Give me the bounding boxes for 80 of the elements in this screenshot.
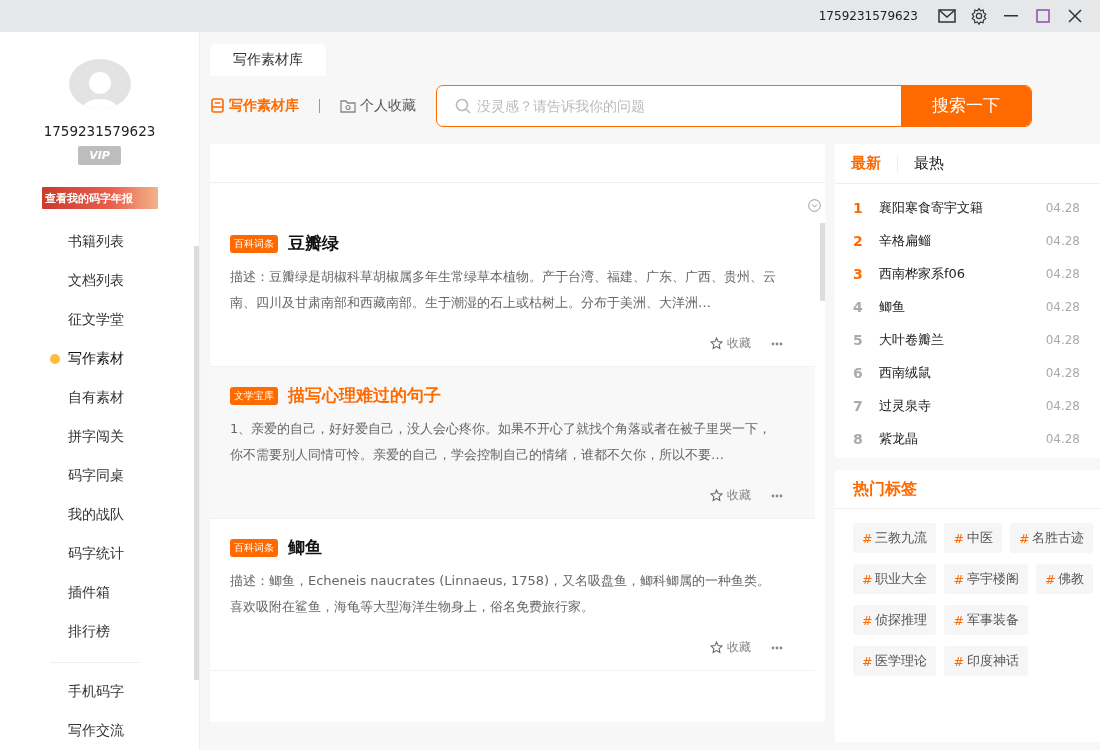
- topic-tag[interactable]: # 亭宇楼阁: [944, 564, 1028, 594]
- article-description: 描述：豆瓣绿是胡椒科草胡椒属多年生常绿草本植物。产于台湾、福建、广东、广西、贵州、云南、四川及甘肃南部和西藏南部。生于潮湿的石上或枯树上。分布于美洲、大洋洲…: [230, 268, 777, 312]
- nav-item[interactable]: 手机码字: [50, 672, 146, 711]
- topic-tag[interactable]: # 印度神话: [944, 646, 1028, 676]
- nav-item[interactable]: 征文学堂: [50, 300, 146, 339]
- favorite-button[interactable]: 收藏: [710, 639, 751, 656]
- topic-tag[interactable]: # 三教九流: [853, 523, 937, 553]
- favorite-button[interactable]: 收藏: [710, 335, 751, 352]
- ranking-date: 04.28: [1045, 233, 1080, 248]
- star-icon: [710, 641, 723, 654]
- ranking-date: 04.28: [1045, 332, 1080, 347]
- nav-item[interactable]: 自有素材: [50, 378, 146, 417]
- nav-item[interactable]: 写作交流: [50, 711, 146, 750]
- ranking-title[interactable]: 西南绒鼠: [879, 363, 1046, 382]
- category-tag: 百科词条: [230, 539, 278, 557]
- scrollbar[interactable]: [820, 223, 825, 301]
- topic-tag[interactable]: # 名胜古迹: [1009, 523, 1094, 553]
- rank-number: 3: [853, 265, 864, 282]
- document-icon: [210, 98, 225, 113]
- ranking-date: 04.28: [1045, 365, 1080, 380]
- chevron-down-icon[interactable]: [808, 199, 821, 212]
- sub-tab[interactable]: 个人收藏: [340, 96, 416, 115]
- favorite-button[interactable]: 收藏: [710, 487, 751, 504]
- star-icon: [710, 489, 723, 502]
- nav-item[interactable]: 排行榜: [50, 612, 146, 651]
- rank-number: 5: [853, 331, 864, 348]
- ranking-title[interactable]: 大叶卷瓣兰: [879, 330, 1046, 349]
- ranking-date: 04.28: [1045, 431, 1080, 446]
- ranking-title[interactable]: 辛格扁鲻: [879, 231, 1046, 250]
- vip-badge: VIP: [78, 146, 121, 166]
- ranking-date: 04.28: [1045, 299, 1080, 314]
- ranking-date: 04.28: [1045, 266, 1080, 281]
- ranking-title[interactable]: 紫龙晶: [879, 429, 1046, 448]
- topic-tag[interactable]: # 职业大全: [853, 564, 937, 594]
- ranking-title[interactable]: 鲫鱼: [879, 297, 1046, 316]
- star-icon: [710, 337, 723, 350]
- topic-tag[interactable]: # 军事装备: [944, 605, 1028, 635]
- more-icon[interactable]: [771, 493, 783, 498]
- annual-report-banner[interactable]: 查看我的码字年报: [41, 187, 158, 209]
- rank-number: 1: [853, 199, 864, 216]
- rank-number: 4: [853, 298, 864, 315]
- topic-tag[interactable]: # 中医: [944, 523, 1002, 553]
- article-description: 1、亲爱的自己，好好爱自己，没人会心疼你。如果不开心了就找个角落或者在被子里哭一下，你不需要别人同情可怜。亲爱的自己，学会控制自己的情绪，谁都不欠你，所以不要…: [230, 420, 773, 464]
- nav-item[interactable]: 文档列表: [50, 261, 146, 300]
- article-title[interactable]: 鲫鱼: [288, 537, 322, 559]
- rank-number: 8: [853, 430, 864, 447]
- nav-item[interactable]: 我的战队: [50, 495, 146, 534]
- nav-item[interactable]: 书籍列表: [50, 222, 146, 261]
- rank-number: 6: [853, 364, 864, 381]
- nav-item[interactable]: 码字统计: [50, 534, 146, 573]
- rank-number: 2: [853, 232, 864, 249]
- article-title[interactable]: 豆瓣绿: [288, 233, 339, 255]
- ranking-tab[interactable]: 最热: [914, 154, 944, 173]
- active-dot: [50, 354, 60, 364]
- ranking-title[interactable]: 西南桦家系f06: [879, 264, 1046, 283]
- user-name: 1759231579623: [43, 123, 156, 140]
- ranking-date: 04.28: [1045, 200, 1080, 215]
- topic-tag[interactable]: # 医学理论: [853, 646, 937, 676]
- account-name: 1759231579623: [818, 9, 918, 23]
- nav-item[interactable]: 插件箱: [50, 573, 146, 612]
- article-description: 描述：鲫鱼，Echeneis naucrates (Linnaeus, 1758)，又名吸盘鱼，鲫科鲫属的一种鱼类。喜欢吸附在鲨鱼，海龟等大型海洋生物身上，俗名免费旅行家。: [230, 572, 772, 616]
- ranking-title[interactable]: 过灵泉寺: [879, 396, 1046, 415]
- article-card[interactable]: 文学宝库 描写心理难过的句子 1、亲爱的自己，好好爱自己，没人会心疼你。如果不开心了就找个角落或者在被子里哭一下，你不需要别人同情可怜。亲爱的自己，学会控制自己的情绪，谁都不欠你，所以不要… 收藏: [210, 367, 815, 519]
- rank-number: 7: [853, 397, 864, 414]
- nav-item[interactable]: 拼字闯关: [50, 417, 146, 456]
- category-tag: 文学宝库: [230, 387, 278, 405]
- topic-tag[interactable]: # 佛教: [1035, 564, 1094, 594]
- ranking-date: 04.28: [1045, 398, 1080, 413]
- scrollbar[interactable]: [194, 246, 199, 680]
- folder-icon: [340, 98, 356, 113]
- category-tag: 百科词条: [230, 235, 278, 253]
- more-icon[interactable]: [771, 645, 783, 650]
- ranking-title[interactable]: 襄阳寒食寄宇文籍: [879, 198, 1046, 217]
- search-icon: [455, 97, 471, 114]
- more-icon[interactable]: [771, 341, 783, 346]
- page-tab[interactable]: 写作素材库: [210, 44, 326, 76]
- nav-item[interactable]: 码字同桌: [50, 456, 146, 495]
- topic-tag[interactable]: # 侦探推理: [853, 605, 937, 635]
- nav-item[interactable]: 写作素材: [50, 339, 146, 378]
- hot-tags-title: 热门标签: [835, 470, 1100, 509]
